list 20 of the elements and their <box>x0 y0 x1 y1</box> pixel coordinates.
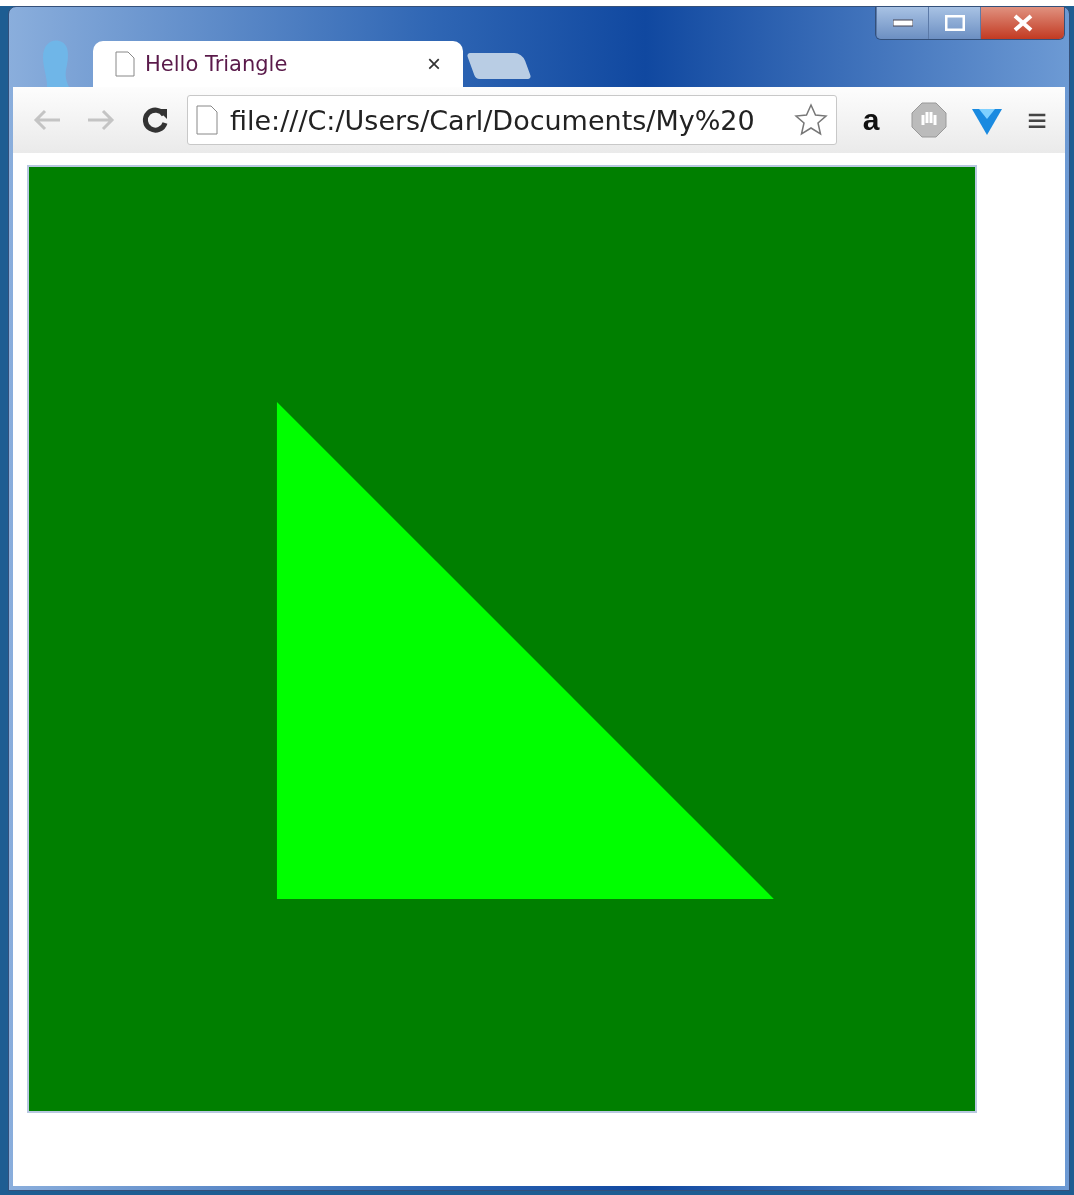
maximize-button[interactable] <box>928 7 980 39</box>
close-icon <box>1011 14 1034 32</box>
minimize-button[interactable] <box>876 7 928 39</box>
maximize-icon <box>944 15 965 31</box>
new-tab-button[interactable] <box>466 53 532 79</box>
back-arrow-icon <box>32 108 62 132</box>
address-bar[interactable]: file:///C:/Users/Carl/Documents/My%20 <box>187 95 838 145</box>
reload-icon <box>140 105 170 135</box>
page-icon <box>115 51 135 77</box>
forward-arrow-icon <box>86 108 116 132</box>
tab-title: Hello Triangle <box>145 52 289 76</box>
minimize-icon <box>892 19 913 27</box>
page-icon <box>196 105 218 135</box>
extension-button[interactable]: a <box>847 98 896 142</box>
star-icon[interactable] <box>794 103 829 137</box>
browser-tab[interactable]: Hello Triangle × <box>93 41 463 87</box>
menu-button[interactable]: ≡ <box>1021 100 1053 140</box>
hand-icon <box>910 101 949 139</box>
close-window-button[interactable] <box>980 7 1064 39</box>
close-tab-button[interactable]: × <box>427 50 441 78</box>
